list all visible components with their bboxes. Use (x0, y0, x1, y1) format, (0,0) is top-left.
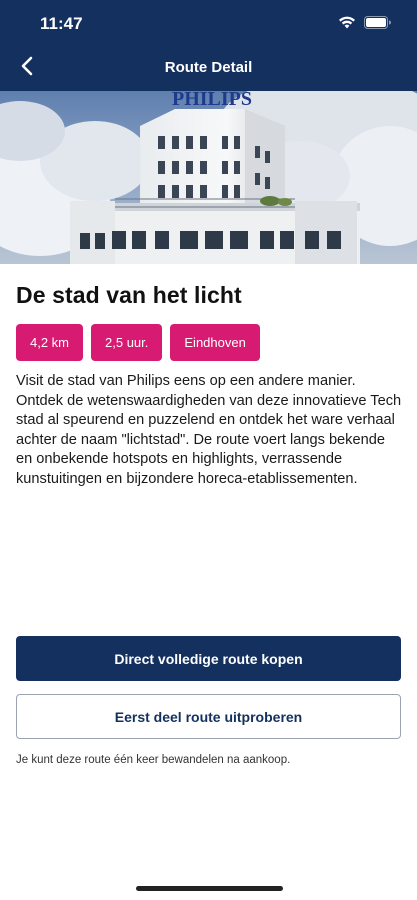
route-description: Visit de stad van Philips eens op een an… (16, 373, 402, 487)
home-indicator[interactable] (136, 886, 283, 891)
route-details: De stad van het licht 4,2 km 2,5 uur. Ei… (16, 282, 402, 489)
route-hero-image: PHILIPS (0, 91, 417, 264)
duration-badge: 2,5 uur. (91, 324, 163, 361)
philips-sign: PHILIPS (172, 91, 252, 110)
status-time: 11:47 (40, 14, 83, 33)
buy-full-route-button[interactable]: Direct volledige route kopen (16, 636, 401, 681)
app-header: 11:47 Route Detail (0, 0, 417, 91)
battery-icon (364, 16, 391, 29)
distance-badge: 4,2 km (16, 324, 84, 361)
city-badge: Eindhoven (170, 324, 260, 361)
wifi-icon (338, 16, 356, 29)
purchase-note: Je kunt deze route één keer bewandelen n… (16, 754, 291, 766)
try-route-button[interactable]: Eerst deel route uitproberen (16, 694, 401, 739)
route-badges: 4,2 km 2,5 uur. Eindhoven (16, 324, 402, 361)
route-title: De stad van het licht (16, 282, 242, 308)
page-title: Route Detail (164, 59, 253, 76)
status-icons (338, 16, 391, 29)
